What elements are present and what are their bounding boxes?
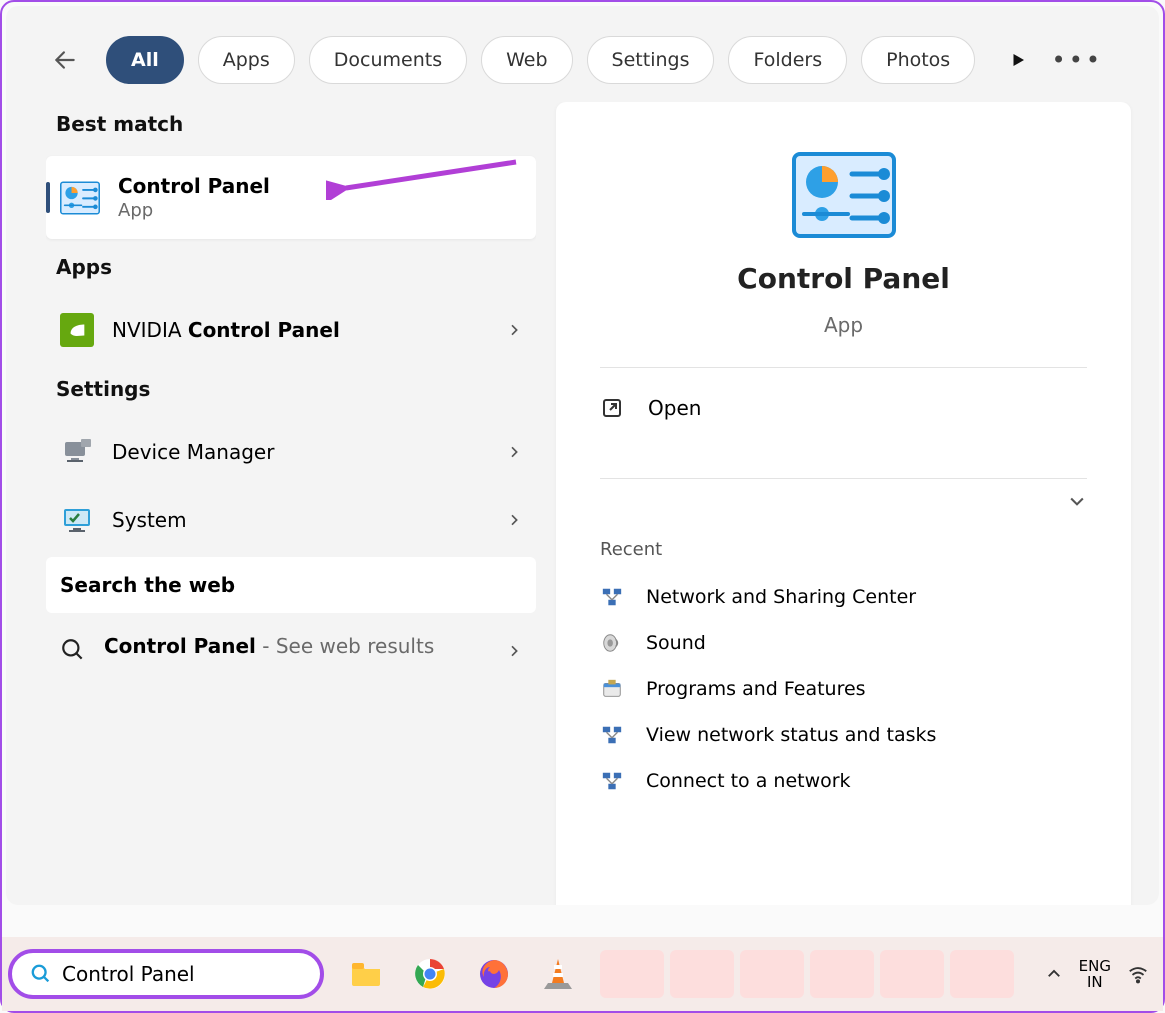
chrome-icon[interactable]: [408, 952, 452, 996]
taskbar-app-placeholder[interactable]: [670, 950, 734, 998]
recent-item-sound[interactable]: Sound: [600, 620, 1087, 666]
network-icon: [600, 723, 624, 747]
recent-label: Network and Sharing Center: [646, 586, 916, 608]
recent-label: Sound: [646, 632, 706, 654]
taskbar-app-placeholder[interactable]: [810, 950, 874, 998]
vlc-icon[interactable]: [536, 952, 580, 996]
language-indicator[interactable]: ENG IN: [1079, 958, 1111, 991]
tab-label: Settings: [612, 49, 690, 71]
preview-pane: Control Panel App Open Recent Network an…: [556, 102, 1131, 905]
tab-label: Web: [506, 49, 547, 71]
tab-photos[interactable]: Photos: [861, 36, 975, 84]
language-bottom: IN: [1079, 974, 1111, 991]
device-manager-icon: [60, 435, 94, 469]
search-icon: [30, 963, 52, 985]
recent-item-network-sharing[interactable]: Network and Sharing Center: [600, 574, 1087, 620]
result-label: Control Panel - See web results: [104, 633, 488, 660]
control-panel-icon: [792, 152, 896, 238]
programs-icon: [600, 677, 624, 701]
taskbar-app-placeholder[interactable]: [880, 950, 944, 998]
recent-item-connect-network[interactable]: Connect to a network: [600, 758, 1087, 804]
result-label: System: [112, 508, 488, 532]
preview-title: Control Panel: [737, 262, 950, 295]
chevron-down-icon[interactable]: [1067, 491, 1087, 511]
firefox-icon[interactable]: [472, 952, 516, 996]
chevron-right-icon: [506, 643, 522, 659]
result-title: Control Panel: [118, 174, 270, 198]
language-top: ENG: [1079, 958, 1111, 975]
best-match-result[interactable]: Control Panel App: [46, 156, 536, 239]
section-heading-settings: Settings: [46, 367, 536, 415]
tab-label: All: [131, 49, 159, 71]
wifi-icon[interactable]: [1127, 963, 1149, 985]
tab-documents[interactable]: Documents: [309, 36, 467, 84]
search-input[interactable]: [62, 962, 311, 986]
tab-all[interactable]: All: [106, 36, 184, 84]
system-tray: ENG IN: [1045, 958, 1149, 991]
tab-label: Folders: [753, 49, 822, 71]
file-explorer-icon[interactable]: [344, 952, 388, 996]
filter-tab-bar: All Apps Documents Web Settings Folders …: [6, 6, 1159, 102]
section-heading-search-web: Search the web: [46, 557, 536, 613]
taskbar: ENG IN: [2, 937, 1163, 1011]
results-list: Best match Control Panel App Apps NVIDIA…: [46, 102, 536, 905]
annotation-arrow-icon: [326, 150, 526, 200]
taskbar-spacer: [600, 950, 1025, 998]
control-panel-icon: [60, 178, 100, 218]
result-subtitle: App: [118, 200, 270, 221]
network-icon: [600, 585, 624, 609]
recent-item-programs-features[interactable]: Programs and Features: [600, 666, 1087, 712]
result-label: Device Manager: [112, 440, 488, 464]
system-icon: [60, 503, 94, 537]
tab-label: Documents: [334, 49, 442, 71]
tab-label: Apps: [223, 49, 270, 71]
result-system[interactable]: System: [46, 489, 536, 551]
tab-settings[interactable]: Settings: [587, 36, 715, 84]
overflow-menu-button[interactable]: •••: [1052, 46, 1119, 74]
taskbar-app-placeholder[interactable]: [740, 950, 804, 998]
preview-subtitle: App: [824, 313, 863, 337]
back-button[interactable]: [46, 41, 84, 79]
chevron-right-icon: [506, 512, 522, 528]
tray-chevron-up-icon[interactable]: [1045, 965, 1063, 983]
search-results-panel: All Apps Documents Web Settings Folders …: [6, 6, 1159, 905]
section-heading-best-match: Best match: [46, 102, 536, 150]
chevron-right-icon: [506, 444, 522, 460]
taskbar-app-placeholder[interactable]: [600, 950, 664, 998]
result-web-search[interactable]: Control Panel - See web results: [46, 619, 536, 681]
result-label: NVIDIA Control Panel: [112, 318, 488, 342]
more-tabs-button[interactable]: [1003, 45, 1033, 75]
recent-item-network-status[interactable]: View network status and tasks: [600, 712, 1087, 758]
recent-label: View network status and tasks: [646, 724, 936, 746]
chevron-right-icon: [506, 322, 522, 338]
tab-web[interactable]: Web: [481, 36, 572, 84]
recent-heading: Recent: [600, 539, 1087, 560]
open-icon: [600, 396, 624, 420]
tab-label: Photos: [886, 49, 950, 71]
open-label: Open: [648, 396, 701, 420]
recent-label: Programs and Features: [646, 678, 866, 700]
network-icon: [600, 769, 624, 793]
tab-apps[interactable]: Apps: [198, 36, 295, 84]
taskbar-app-placeholder[interactable]: [950, 950, 1014, 998]
sound-icon: [600, 631, 624, 655]
tab-folders[interactable]: Folders: [728, 36, 847, 84]
nvidia-icon: [60, 313, 94, 347]
section-heading-apps: Apps: [46, 245, 536, 293]
taskbar-search[interactable]: [8, 949, 324, 999]
search-icon: [60, 637, 86, 667]
result-nvidia-control-panel[interactable]: NVIDIA Control Panel: [46, 299, 536, 361]
result-device-manager[interactable]: Device Manager: [46, 421, 536, 483]
open-action[interactable]: Open: [600, 368, 1087, 448]
recent-label: Connect to a network: [646, 770, 851, 792]
